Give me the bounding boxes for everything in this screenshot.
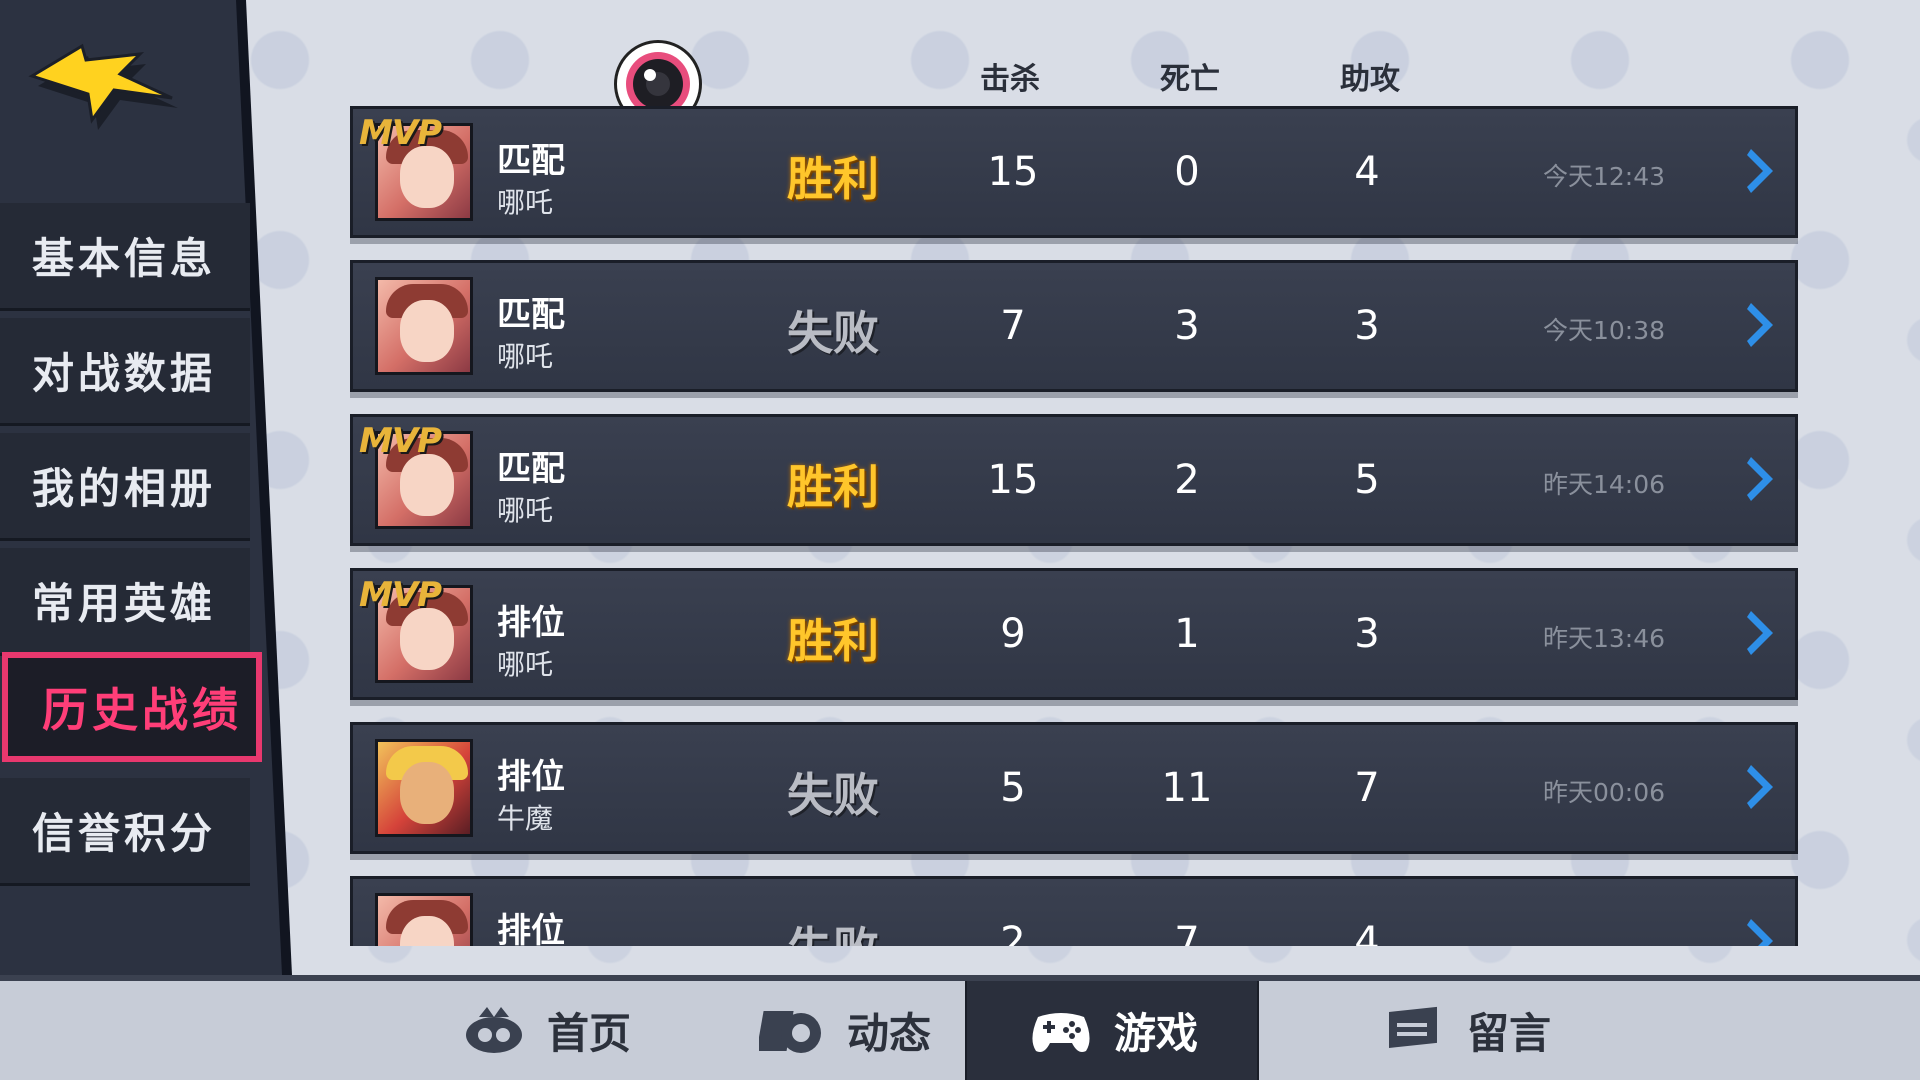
deaths-value: 2 (1174, 457, 1200, 503)
kills-value: 9 (1000, 611, 1026, 657)
sidebar-item-label: 对战数据 (32, 349, 217, 398)
match-row[interactable]: MVP 排位 哪吒 胜利 9 1 3 昨天13:46 (350, 568, 1798, 700)
match-result: 失败 (787, 306, 879, 360)
home-icon (465, 1006, 522, 1053)
back-arrow-icon[interactable] (22, 28, 182, 138)
kills-value: 7 (1000, 303, 1026, 349)
mvp-badge: MVP (359, 575, 442, 615)
match-row[interactable]: MVP 匹配 哪吒 胜利 15 0 4 今天12:43 (350, 106, 1798, 238)
hero-name: 哪吒 (497, 494, 554, 527)
assists-value: 3 (1354, 303, 1380, 349)
kills-value: 15 (987, 149, 1039, 195)
moments-icon (758, 1010, 821, 1053)
sidebar-item-history[interactable]: 历史战绩 (2, 652, 262, 762)
kills-value: 15 (987, 457, 1039, 503)
gamepad-icon (1032, 1012, 1090, 1052)
tab-label: 动态 (846, 1009, 931, 1058)
header-assists: 助攻 (1340, 62, 1400, 97)
hero-avatar (375, 893, 473, 946)
kills-value: 2 (1000, 919, 1026, 946)
tab-label: 游戏 (1113, 1009, 1198, 1058)
chevron-right-icon[interactable] (1743, 761, 1779, 813)
header-kills: 击杀 (980, 62, 1040, 97)
assists-value: 3 (1354, 611, 1380, 657)
mvp-badge: MVP (359, 421, 442, 461)
tab-game[interactable]: 游戏 (965, 981, 1259, 1080)
match-result: 胜利 (787, 614, 879, 668)
match-row[interactable]: 排位 牛魔 失败 5 11 7 昨天00:06 (350, 722, 1798, 854)
tab-moments[interactable]: 动态 (700, 981, 990, 1080)
sidebar-item-label: 历史战绩 (42, 683, 242, 737)
sidebar-item-album[interactable]: 我的相册 (0, 433, 250, 541)
deaths-value: 0 (1174, 149, 1200, 195)
message-icon (1388, 1006, 1437, 1048)
match-mode: 匹配 (497, 141, 565, 181)
match-result: 胜利 (787, 460, 879, 514)
hero-avatar (375, 739, 473, 837)
match-mode: 排位 (497, 603, 565, 643)
assists-value: 4 (1354, 919, 1380, 946)
chevron-right-icon[interactable] (1743, 453, 1779, 505)
sidebar-item-label: 我的相册 (32, 464, 217, 513)
hero-avatar (375, 277, 473, 375)
match-result: 失败 (787, 768, 879, 822)
match-mode: 匹配 (497, 295, 565, 335)
match-mode: 排位 (497, 911, 565, 946)
match-row[interactable]: MVP 匹配 哪吒 胜利 15 2 5 昨天14:06 (350, 414, 1798, 546)
tab-messages[interactable]: 留言 (1320, 981, 1610, 1080)
tab-label: 首页 (546, 1009, 631, 1058)
bottom-tab-bar: 首页 动态 游戏 留言 (0, 975, 1920, 1080)
deaths-value: 3 (1174, 303, 1200, 349)
match-time: 昨天00:06 (1543, 778, 1666, 807)
hero-name: 哪吒 (497, 648, 554, 681)
sidebar-item-battle-data[interactable]: 对战数据 (0, 318, 250, 426)
sidebar-item-common-heroes[interactable]: 常用英雄 (0, 548, 250, 656)
chevron-right-icon[interactable] (1743, 299, 1779, 351)
tab-home[interactable]: 首页 (400, 981, 690, 1080)
match-time: 昨天13:46 (1543, 624, 1666, 653)
header-deaths: 死亡 (1160, 62, 1220, 97)
deaths-value: 11 (1161, 765, 1213, 811)
sidebar-item-label: 基本信息 (32, 234, 217, 283)
match-mode: 匹配 (497, 449, 565, 489)
assists-value: 5 (1354, 457, 1380, 503)
deaths-value: 7 (1174, 919, 1200, 946)
chevron-right-icon[interactable] (1743, 607, 1779, 659)
match-list[interactable]: MVP 匹配 哪吒 胜利 15 0 4 今天12:43 匹配 哪吒 失败 7 3… (346, 106, 1806, 946)
sidebar-item-credit-score[interactable]: 信誉积分 (0, 778, 250, 886)
mvp-badge: MVP (359, 113, 442, 153)
hero-name: 哪吒 (497, 340, 554, 373)
match-time: 今天12:43 (1543, 162, 1666, 191)
match-time: 昨天14:06 (1543, 470, 1666, 499)
match-time: 今天10:38 (1543, 316, 1666, 345)
chevron-right-icon[interactable] (1743, 145, 1779, 197)
hero-name: 牛魔 (497, 802, 554, 835)
assists-value: 7 (1354, 765, 1380, 811)
sidebar-item-label: 常用英雄 (32, 579, 217, 628)
match-row[interactable]: 排位 失败 2 7 4 (350, 876, 1798, 946)
match-row[interactable]: 匹配 哪吒 失败 7 3 3 今天10:38 (350, 260, 1798, 392)
tab-label: 留言 (1466, 1009, 1551, 1058)
kills-value: 5 (1000, 765, 1026, 811)
deaths-value: 1 (1174, 611, 1200, 657)
match-result: 胜利 (787, 152, 879, 206)
sidebar-item-label: 信誉积分 (32, 809, 217, 858)
chevron-right-icon[interactable] (1743, 915, 1779, 946)
match-result: 失败 (733, 913, 933, 946)
match-mode: 排位 (497, 757, 565, 797)
sidebar-item-basic-info[interactable]: 基本信息 (0, 203, 250, 311)
assists-value: 4 (1354, 149, 1380, 195)
hero-name: 哪吒 (497, 186, 554, 219)
